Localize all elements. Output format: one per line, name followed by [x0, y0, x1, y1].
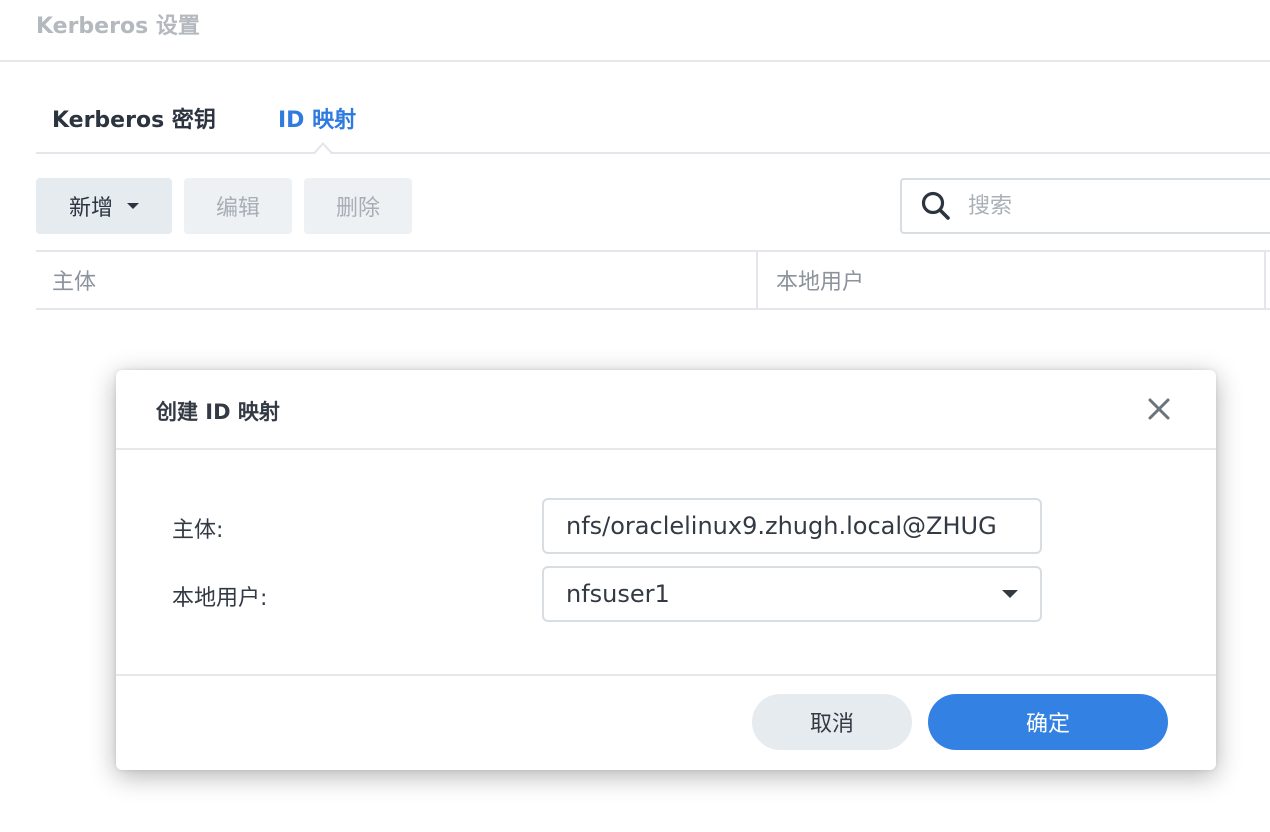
- dialog-title: 创建 ID 映射: [156, 400, 280, 424]
- window-title: Kerberos 设置: [36, 14, 200, 39]
- delete-button[interactable]: 删除: [304, 178, 412, 234]
- column-header-local-user[interactable]: 本地用户: [756, 252, 1264, 308]
- tab-id-mapping[interactable]: ID 映射: [278, 102, 356, 134]
- column-divider: [1264, 252, 1266, 308]
- tab-bar: Kerberos 密钥 ID 映射: [36, 88, 1270, 155]
- principal-input[interactable]: [542, 498, 1042, 554]
- column-header-principal[interactable]: 主体: [36, 252, 756, 308]
- search-box[interactable]: [900, 178, 1270, 234]
- title-divider: [0, 60, 1270, 62]
- principal-label: 主体:: [172, 518, 224, 543]
- local-user-select[interactable]: nfsuser1: [542, 566, 1042, 622]
- cancel-button[interactable]: 取消: [752, 694, 912, 750]
- add-button[interactable]: 新增: [36, 178, 172, 234]
- create-id-mapping-dialog: 创建 ID 映射 主体: 本地用户: nfsuser1 取消 确定: [116, 370, 1216, 770]
- dialog-footer-divider: [116, 674, 1216, 676]
- local-user-value: nfsuser1: [566, 580, 670, 608]
- tab-underline: [36, 152, 1270, 154]
- close-icon[interactable]: [1144, 394, 1174, 424]
- confirm-button[interactable]: 确定: [928, 694, 1168, 750]
- edit-button[interactable]: 编辑: [184, 178, 292, 234]
- dialog-header-divider: [116, 448, 1216, 450]
- search-icon: [921, 191, 950, 220]
- add-button-label: 新增: [68, 196, 113, 221]
- chevron-down-icon: [1002, 590, 1018, 598]
- search-input[interactable]: [966, 192, 1250, 220]
- chevron-down-icon: [127, 203, 139, 209]
- active-tab-indicator: [312, 142, 334, 155]
- table-header: 主体 本地用户: [36, 250, 1270, 310]
- local-user-label: 本地用户:: [172, 586, 268, 611]
- tab-kerberos-keys[interactable]: Kerberos 密钥: [52, 102, 216, 134]
